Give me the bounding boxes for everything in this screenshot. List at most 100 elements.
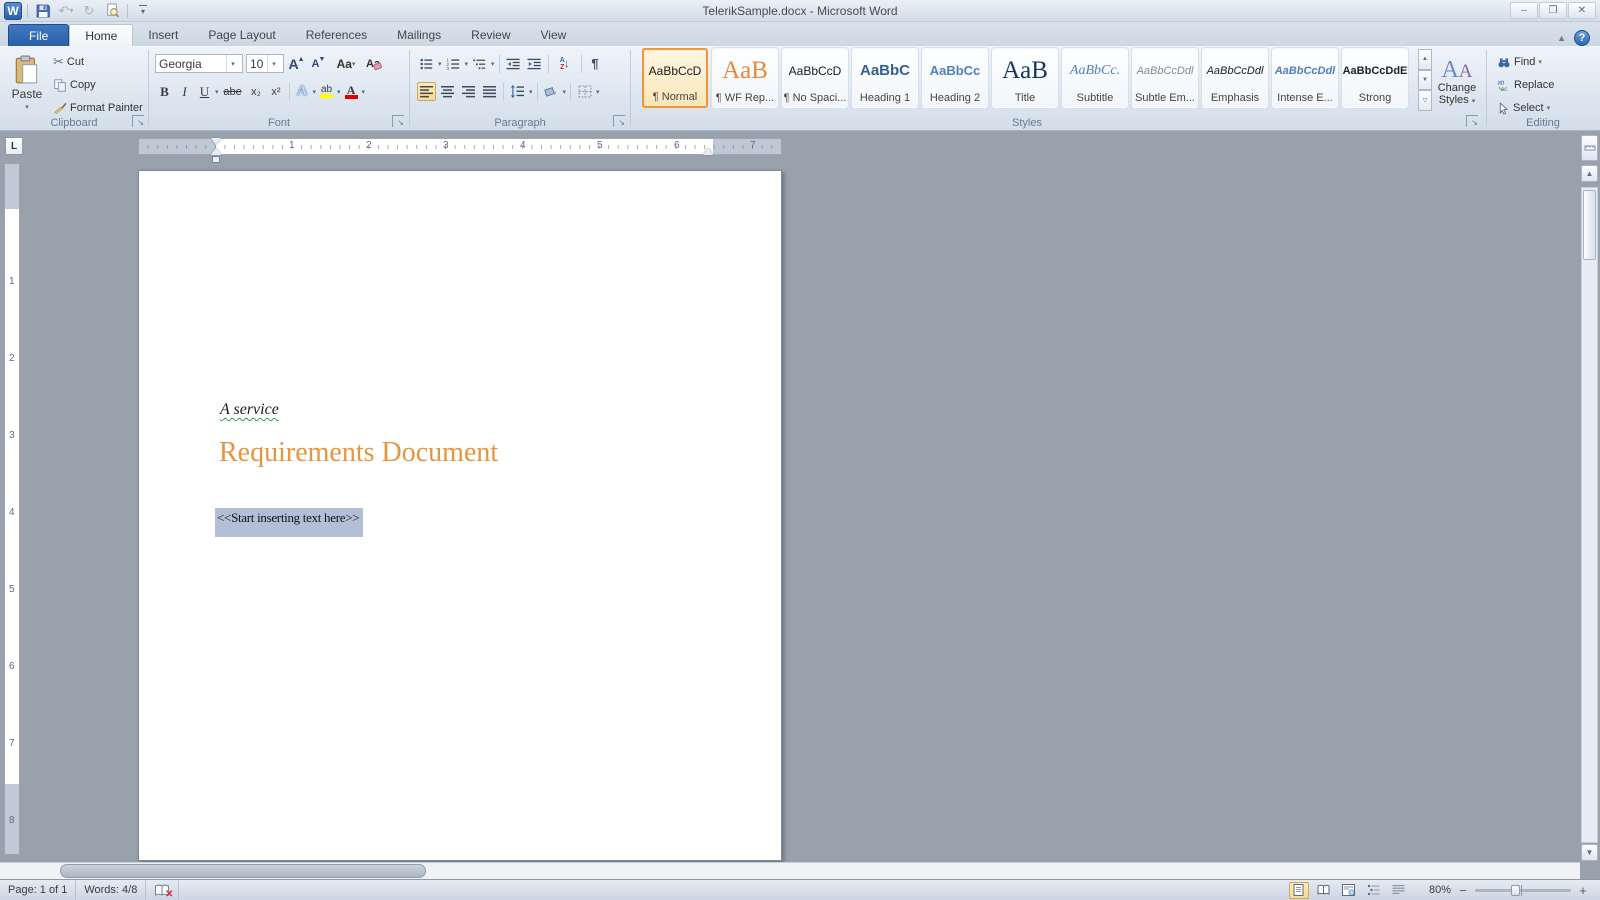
align-left-button[interactable] <box>417 82 436 101</box>
text-effects-dropdown-icon[interactable]: ▾ <box>313 88 317 96</box>
styles-gallery-more-button[interactable]: ▽ <box>1418 90 1432 111</box>
vertical-ruler[interactable]: 1 2 3 4 5 6 7 8 <box>4 163 20 855</box>
sort-button[interactable]: AZ ↓ <box>553 54 577 73</box>
page-count[interactable]: Page: 1 of 1 <box>0 880 76 900</box>
copy-button[interactable]: Copy <box>50 75 146 95</box>
zoom-in-button[interactable]: + <box>1576 884 1590 897</box>
selected-text-block[interactable]: <<Start inserting text here>> <box>215 508 363 537</box>
styles-scroll-up-button[interactable]: ▲ <box>1418 49 1432 70</box>
grow-font-button[interactable]: A▲ <box>287 54 306 73</box>
tab-view[interactable]: View <box>526 24 582 46</box>
print-preview-button[interactable] <box>102 2 122 20</box>
superscript-button[interactable]: x² <box>267 82 286 101</box>
clipboard-dialog-launcher[interactable]: ↘ <box>132 115 144 127</box>
italic-button[interactable]: I <box>175 82 194 101</box>
scroll-up-button[interactable]: ▲ <box>1581 165 1598 182</box>
font-family-select[interactable]: Georgia ▾ <box>155 54 243 73</box>
subscript-button[interactable]: x₂ <box>247 82 266 101</box>
customize-qat-button[interactable]: ▾ <box>133 2 153 20</box>
style-no-spacing[interactable]: AaBbCcD ¶ No Spaci... <box>782 48 848 108</box>
minimize-button[interactable]: – <box>1510 2 1538 19</box>
document-heading[interactable]: Requirements Document <box>219 437 498 469</box>
ruler-toggle-button[interactable] <box>1581 135 1598 161</box>
clear-formatting-button[interactable]: Aa <box>364 54 383 73</box>
strikethrough-button[interactable]: abe <box>220 82 246 101</box>
horizontal-scrollbar[interactable] <box>0 862 1580 879</box>
tab-file[interactable]: File <box>8 24 69 46</box>
view-outline-button[interactable] <box>1364 882 1384 899</box>
line-spacing-dropdown-icon[interactable]: ▾ <box>529 88 533 96</box>
bullets-button[interactable] <box>417 54 436 73</box>
borders-dropdown-icon[interactable]: ▾ <box>596 88 600 96</box>
shrink-font-button[interactable]: A▼ <box>309 54 328 73</box>
style-intense-emphasis[interactable]: AaBbCcDdl Intense E... <box>1272 48 1338 108</box>
tab-stop-selector[interactable]: L <box>5 137 23 155</box>
tab-page-layout[interactable]: Page Layout <box>193 24 290 46</box>
highlight-button[interactable]: ab <box>317 82 336 101</box>
styles-scroll-down-button[interactable]: ▼ <box>1418 70 1432 91</box>
document-text-service[interactable]: A service <box>220 401 279 419</box>
view-full-screen-button[interactable] <box>1314 882 1334 899</box>
underline-button[interactable]: U <box>195 82 214 101</box>
tab-home[interactable]: Home <box>69 24 133 46</box>
line-spacing-button[interactable] <box>508 82 527 101</box>
font-size-select[interactable]: 10 ▾ <box>246 54 284 73</box>
tab-review[interactable]: Review <box>456 24 525 46</box>
left-indent-marker[interactable] <box>212 156 220 163</box>
style-heading-2[interactable]: AaBbCc Heading 2 <box>922 48 988 108</box>
zoom-slider-thumb[interactable] <box>1511 885 1520 896</box>
tab-references[interactable]: References <box>291 24 382 46</box>
redo-button[interactable]: ↻ <box>79 2 99 20</box>
font-dialog-launcher[interactable]: ↘ <box>392 115 404 127</box>
right-indent-marker[interactable] <box>703 148 713 155</box>
vertical-scrollbar[interactable]: ▲ ▼ <box>1581 135 1598 861</box>
show-hide-pilcrow-button[interactable]: ¶ <box>586 54 605 73</box>
style-heading-1[interactable]: AaBbC Heading 1 <box>852 48 918 108</box>
select-button[interactable]: Select ▾ <box>1494 98 1557 118</box>
scroll-down-button[interactable]: ▼ <box>1581 844 1598 861</box>
close-button[interactable]: ✕ <box>1568 2 1596 19</box>
change-case-button[interactable]: Aa▾ <box>331 54 361 73</box>
underline-dropdown-icon[interactable]: ▾ <box>215 88 219 96</box>
tab-mailings[interactable]: Mailings <box>382 24 456 46</box>
first-line-indent-marker[interactable] <box>211 138 221 145</box>
multilevel-list-button[interactable] <box>470 54 489 73</box>
font-color-dropdown-icon[interactable]: ▾ <box>362 88 366 96</box>
horizontal-scroll-thumb[interactable] <box>60 864 426 878</box>
bold-button[interactable]: B <box>155 82 174 101</box>
vertical-scroll-track[interactable] <box>1581 187 1598 843</box>
style-emphasis[interactable]: AaBbCcDdl Emphasis <box>1202 48 1268 108</box>
highlight-dropdown-icon[interactable]: ▾ <box>337 88 341 96</box>
collapse-ribbon-icon[interactable]: ▲ <box>1557 33 1566 43</box>
vertical-scroll-thumb[interactable] <box>1583 190 1596 260</box>
align-center-button[interactable] <box>438 82 457 101</box>
bullets-dropdown-icon[interactable]: ▾ <box>438 60 442 68</box>
view-print-layout-button[interactable] <box>1289 882 1309 899</box>
document-page[interactable]: A service Requirements Document <<Start … <box>138 170 782 861</box>
text-effects-button[interactable]: A <box>293 82 312 101</box>
proofing-status-button[interactable]: ✕ <box>146 880 179 900</box>
decrease-indent-button[interactable] <box>504 54 523 73</box>
view-web-layout-button[interactable] <box>1339 882 1359 899</box>
shading-button[interactable] <box>542 82 561 101</box>
undo-button[interactable]: ↶▾ <box>56 2 76 20</box>
style-wf-rep[interactable]: AaB ¶ WF Rep... <box>712 48 778 108</box>
help-button[interactable]: ? <box>1574 30 1590 46</box>
font-color-button[interactable]: A <box>342 82 361 101</box>
zoom-level[interactable]: 80% <box>1429 884 1451 896</box>
change-styles-button[interactable]: AA Change Styles ▾ <box>1432 50 1482 114</box>
borders-button[interactable] <box>575 82 594 101</box>
tab-insert[interactable]: Insert <box>133 24 193 46</box>
style-subtle-emphasis[interactable]: AaBbCcDdl Subtle Em... <box>1132 48 1198 108</box>
find-button[interactable]: Find ▾ <box>1494 52 1557 72</box>
style-title[interactable]: AaB Title <box>992 48 1058 108</box>
zoom-out-button[interactable]: − <box>1456 884 1470 897</box>
zoom-slider[interactable] <box>1475 889 1571 892</box>
cut-button[interactable]: ✂ Cut <box>50 52 146 72</box>
style-subtitle[interactable]: AaBbCc. Subtitle <box>1062 48 1128 108</box>
replace-button[interactable]: abac Replace <box>1494 75 1557 95</box>
word-count[interactable]: Words: 4/8 <box>76 880 146 900</box>
horizontal-ruler[interactable]: 1 2 3 4 5 6 7 <box>138 138 782 155</box>
styles-dialog-launcher[interactable]: ↘ <box>1466 115 1478 127</box>
align-right-button[interactable] <box>459 82 478 101</box>
